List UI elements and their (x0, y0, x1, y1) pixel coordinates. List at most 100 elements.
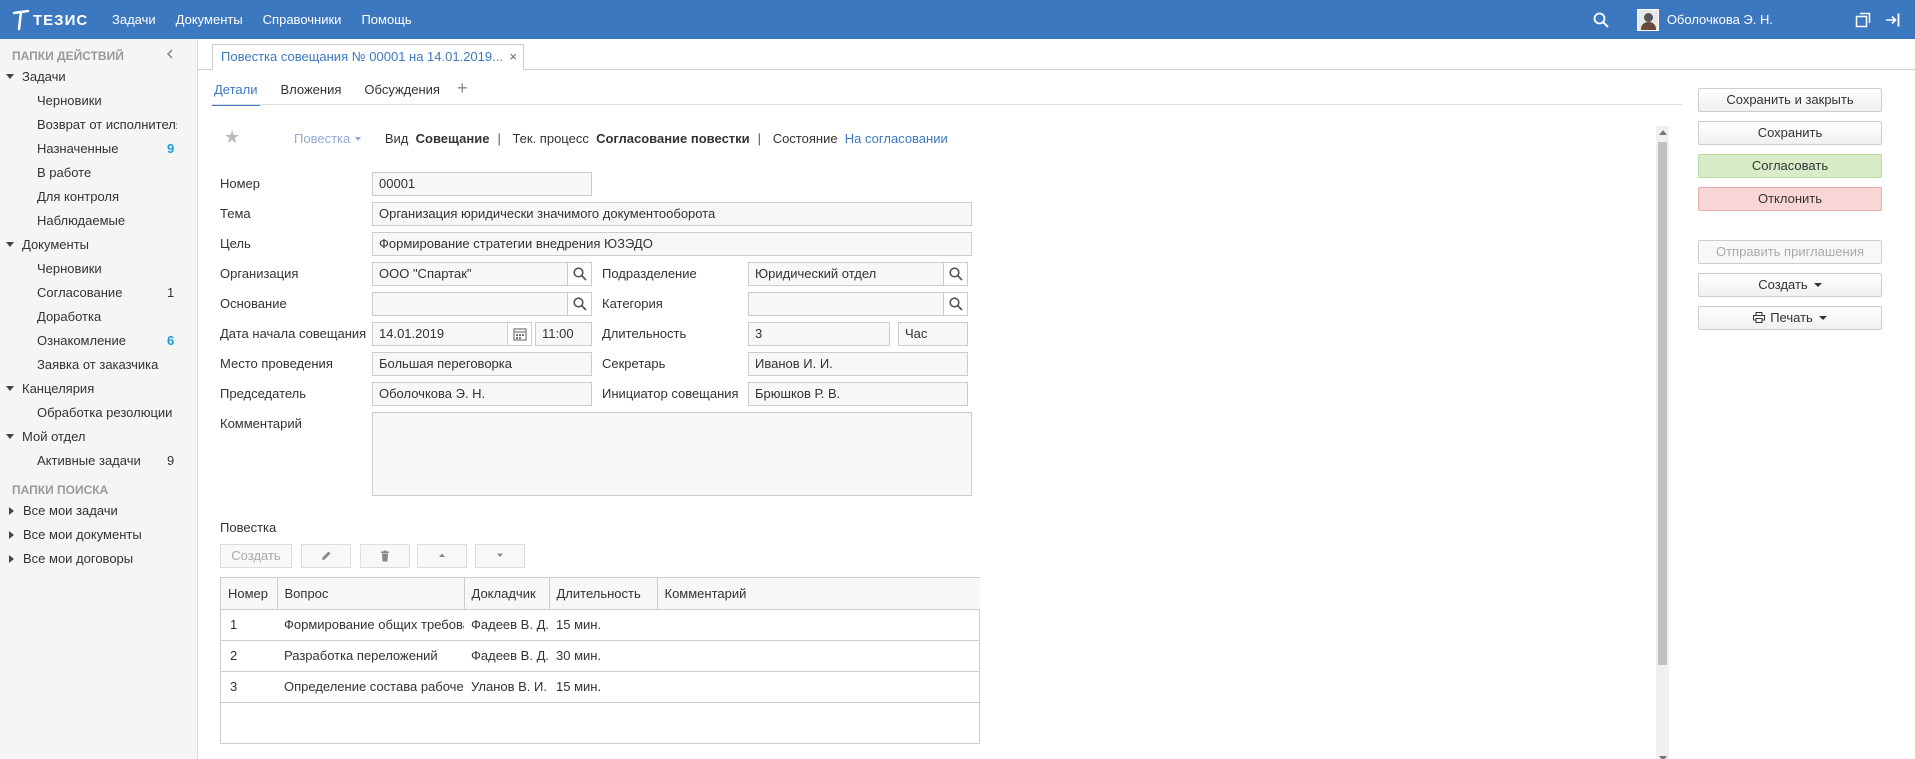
duration-field[interactable]: 3 (748, 322, 890, 346)
form-scrollbar[interactable] (1656, 126, 1669, 759)
sidebar-item-rework[interactable]: Доработка (37, 307, 177, 327)
duration-label: Длительность (602, 326, 687, 341)
meeting-date-field[interactable]: 14.01.2019 (372, 322, 532, 346)
calendar-button[interactable] (507, 323, 531, 345)
type-dropdown[interactable]: Повестка (294, 131, 350, 146)
chevron-down-icon (355, 137, 362, 141)
number-label: Номер (220, 176, 261, 191)
sidebar-item-returned[interactable]: Возврат от исполнителя (37, 115, 177, 135)
close-icon[interactable]: × (509, 45, 517, 69)
agenda-move-up-button[interactable] (417, 544, 467, 568)
department-field[interactable]: Юридический отдел (748, 262, 968, 286)
tab-discussions[interactable]: Обсуждения (362, 80, 442, 106)
document-info-line: Повестка Вид Совещание | Тек. процесс Сог… (294, 131, 948, 146)
scroll-thumb[interactable] (1658, 142, 1667, 665)
acquaintance-count-badge: 6 (167, 333, 175, 348)
sidebar-item-drafts[interactable]: Черновики (37, 91, 177, 111)
meeting-time-field[interactable]: 11:00 (535, 322, 592, 346)
chevron-left-icon[interactable] (166, 49, 174, 59)
agenda-move-down-button[interactable] (475, 544, 525, 568)
save-and-close-button[interactable]: Сохранить и закрыть (1698, 88, 1882, 112)
chairman-field[interactable]: Оболочкова Э. Н. (372, 382, 592, 406)
sidebar-search-all-tasks[interactable]: Все мои задачи (6, 501, 118, 521)
tab-details[interactable]: Детали (212, 80, 260, 106)
menu-help[interactable]: Помощь (361, 12, 411, 27)
app-logo[interactable]: ТЕЗИС (12, 8, 88, 32)
organization-field[interactable]: ООО "Спартак" (372, 262, 592, 286)
sidebar-item-assigned[interactable]: Назначенные (37, 139, 177, 159)
sidebar-item-acquaintance[interactable]: Ознакомление (37, 331, 177, 351)
sidebar-item-approval[interactable]: Согласование (37, 283, 177, 303)
send-invitations-button[interactable]: Отправить приглашения (1698, 240, 1882, 264)
comment-textarea[interactable] (372, 412, 972, 496)
new-window-icon[interactable] (1855, 12, 1871, 28)
sidebar-group-tasks[interactable]: Задачи (6, 67, 66, 87)
save-button[interactable]: Сохранить (1698, 121, 1882, 145)
column-header-number[interactable]: Номер (221, 578, 278, 610)
sidebar-item-customer-request[interactable]: Заявка от заказчика (37, 355, 177, 375)
star-icon[interactable]: ★ (224, 127, 240, 148)
menu-directories[interactable]: Справочники (263, 12, 342, 27)
sidebar-item-resolution[interactable]: Обработка резолюции (37, 403, 177, 423)
duration-unit-select[interactable]: Час (898, 322, 968, 346)
department-lookup-button[interactable] (943, 263, 967, 285)
logout-icon[interactable] (1885, 12, 1901, 28)
menu-documents[interactable]: Документы (176, 12, 243, 27)
state-value[interactable]: На согласовании (845, 131, 948, 146)
number-field[interactable]: 00001 (372, 172, 592, 196)
sidebar-item-control[interactable]: Для контроля (37, 187, 177, 207)
column-header-speaker[interactable]: Докладчик (464, 578, 550, 610)
category-lookup-button[interactable] (943, 293, 967, 315)
sidebar-item-in-progress[interactable]: В работе (37, 163, 177, 183)
secretary-field[interactable]: Иванов И. И. (748, 352, 968, 376)
basis-lookup-button[interactable] (567, 293, 591, 315)
collapsed-arrow-icon (9, 555, 14, 563)
sidebar-actions-title: ПАПКИ ДЕЙСТВИЙ (12, 49, 124, 63)
user-name[interactable]: Оболочкова Э. Н. (1667, 12, 1773, 27)
tab-attachments[interactable]: Вложения (279, 80, 344, 106)
category-field[interactable] (748, 292, 968, 316)
agenda-delete-button[interactable] (360, 544, 410, 568)
department-label: Подразделение (602, 266, 697, 281)
topic-field[interactable]: Организация юридически значимого докумен… (372, 202, 972, 226)
sidebar-item-watched[interactable]: Наблюдаемые (37, 211, 177, 231)
agenda-edit-button[interactable] (301, 544, 351, 568)
reject-button[interactable]: Отклонить (1698, 187, 1882, 211)
organization-lookup-button[interactable] (567, 263, 591, 285)
avatar[interactable] (1636, 8, 1659, 31)
print-dropdown-button[interactable]: Печать (1698, 306, 1882, 330)
column-header-comment[interactable]: Комментарий (657, 578, 980, 610)
sidebar-group-documents[interactable]: Документы (6, 235, 89, 255)
add-tab-icon[interactable]: + (457, 79, 468, 106)
table-row[interactable]: 1 Формирование общих требований Фадеев В… (221, 609, 980, 641)
sidebar-search-all-docs[interactable]: Все мои документы (6, 525, 142, 545)
cell-question: Формирование общих требований (277, 609, 464, 641)
collapsed-arrow-icon (9, 507, 14, 515)
sidebar-group-my-dept[interactable]: Мой отдел (6, 427, 86, 447)
search-icon[interactable] (1593, 12, 1609, 28)
agenda-create-button[interactable]: Создать (220, 544, 292, 568)
document-tab[interactable]: Повестка совещания № 00001 на 14.01.2019… (212, 44, 524, 70)
sidebar-search-all-contracts[interactable]: Все мои договоры (6, 549, 133, 569)
cell-duration: 15 мин. (549, 671, 657, 703)
basis-label: Основание (220, 296, 287, 311)
goal-field[interactable]: Формирование стратегии внедрения ЮЗЭДО (372, 232, 972, 256)
menu-tasks[interactable]: Задачи (112, 12, 156, 27)
cell-duration: 30 мин. (549, 640, 657, 672)
place-field[interactable]: Большая переговорка (372, 352, 592, 376)
expanded-arrow-icon (6, 434, 14, 439)
column-header-duration[interactable]: Длительность (549, 578, 658, 610)
approve-button[interactable]: Согласовать (1698, 154, 1882, 178)
create-dropdown-button[interactable]: Создать (1698, 273, 1882, 297)
initiator-field[interactable]: Брюшков Р. В. (748, 382, 968, 406)
top-bar: ТЕЗИС Задачи Документы Справочники Помощ… (0, 0, 1915, 39)
sidebar-group-office[interactable]: Канцелярия (6, 379, 94, 399)
table-row[interactable]: 3 Определение состава рабочей группы Ула… (221, 671, 980, 703)
scroll-up-icon[interactable] (1659, 130, 1667, 135)
cell-question: Разработка переложений (277, 640, 464, 672)
sidebar-item-doc-drafts[interactable]: Черновики (37, 259, 177, 279)
basis-field[interactable] (372, 292, 592, 316)
table-row[interactable]: 2 Разработка переложений Фадеев В. Д. 30… (221, 640, 980, 672)
sidebar-item-active-tasks[interactable]: Активные задачи (37, 451, 177, 471)
column-header-question[interactable]: Вопрос (277, 578, 465, 610)
